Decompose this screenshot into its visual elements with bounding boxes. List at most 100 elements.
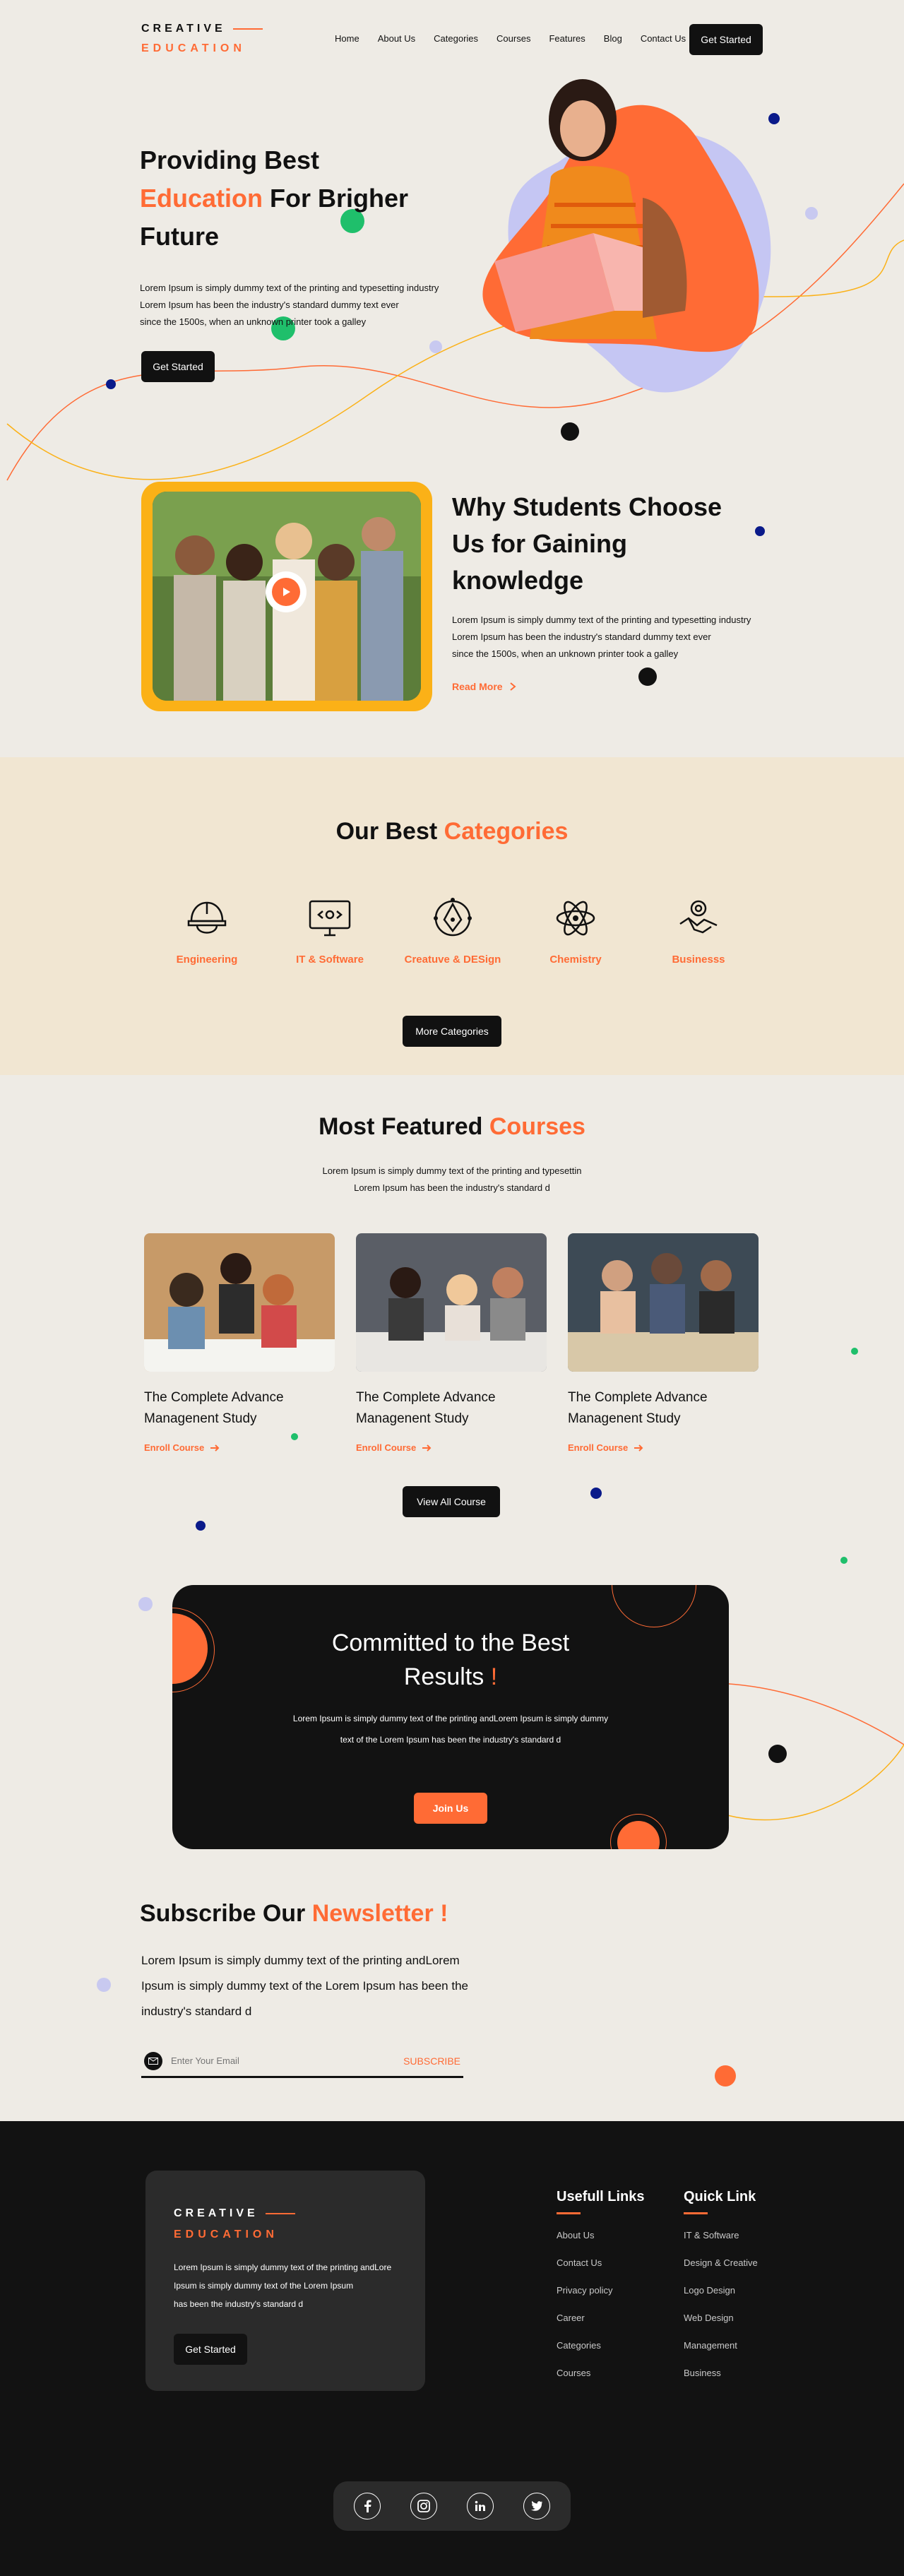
footer-text-line1: Lorem Ipsum is simply dummy text of the … <box>174 2262 392 2272</box>
course-title-line2: Managenent Study <box>356 1411 469 1426</box>
nav-home[interactable]: Home <box>335 33 359 44</box>
committed-title-line2: Results ! <box>172 1660 729 1694</box>
why-title-line1: Why Students Choose <box>452 492 722 521</box>
hero-text: Providing Best Education For Brigher Fut… <box>140 141 465 331</box>
category-list: Engineering IT & Software Creatuve & DES… <box>154 896 751 966</box>
newsletter-text-line1: Lorem Ipsum is simply dummy text of the … <box>141 1954 460 1967</box>
social-bar <box>333 2481 571 2531</box>
category-it-software[interactable]: IT & Software <box>277 896 383 966</box>
footer-link-business[interactable]: Business <box>684 2368 758 2378</box>
join-us-button[interactable]: Join Us <box>414 1793 487 1824</box>
decor-dot <box>805 207 818 220</box>
nav-get-started-button[interactable]: Get Started <box>689 24 763 55</box>
view-all-course-button[interactable]: View All Course <box>403 1486 500 1517</box>
nav-categories[interactable]: Categories <box>434 33 478 44</box>
footer-link-about-us[interactable]: About Us <box>557 2230 644 2240</box>
decor-dot <box>590 1488 602 1499</box>
footer-card: CREATIVE EDUCATION Lorem Ipsum is simply… <box>145 2171 425 2391</box>
title-underline <box>557 2212 581 2214</box>
instagram-icon[interactable] <box>410 2493 437 2519</box>
footer-link-web-design[interactable]: Web Design <box>684 2313 758 2323</box>
quick-links: Quick Link IT & Software Design & Creati… <box>684 2189 758 2395</box>
footer-logo[interactable]: CREATIVE EDUCATION <box>174 2207 295 2241</box>
email-input[interactable] <box>171 2055 404 2066</box>
why-title-line3: knowledge <box>452 566 584 595</box>
course-image <box>144 1233 335 1372</box>
course-image <box>568 1233 759 1372</box>
enroll-course-link[interactable]: Enroll Course <box>356 1442 548 1453</box>
footer-link-contact-us[interactable]: Contact Us <box>557 2257 644 2268</box>
category-engineering[interactable]: Engineering <box>154 896 260 966</box>
enroll-course-link[interactable]: Enroll Course <box>144 1442 336 1453</box>
footer-link-categories[interactable]: Categories <box>557 2340 644 2351</box>
decor-dot <box>851 1348 858 1355</box>
footer-link-it-software[interactable]: IT & Software <box>684 2230 758 2240</box>
facebook-icon[interactable] <box>354 2493 381 2519</box>
play-video-button[interactable] <box>266 571 307 612</box>
helmet-icon <box>187 901 227 934</box>
enroll-course-link[interactable]: Enroll Course <box>568 1442 760 1453</box>
category-label: Chemistry <box>549 954 602 966</box>
decor-ring <box>610 1814 667 1849</box>
categories-section: Our Best Categories Engineering IT & Sof… <box>0 757 904 1075</box>
enroll-label: Enroll Course <box>356 1442 417 1453</box>
course-photo <box>144 1233 335 1372</box>
category-business[interactable]: Businesss <box>646 896 751 966</box>
course-title-line1: The Complete Advance <box>356 1390 496 1405</box>
footer-link-logo-design[interactable]: Logo Design <box>684 2285 758 2296</box>
nav-courses[interactable]: Courses <box>496 33 530 44</box>
why-text: Why Students Choose Us for Gaining knowl… <box>452 489 763 692</box>
course-title-line2: Managenent Study <box>568 1411 681 1426</box>
category-creative-design[interactable]: Creatuve & DESign <box>400 896 506 966</box>
footer-link-privacy-policy[interactable]: Privacy policy <box>557 2285 644 2296</box>
hero-text-line1: Lorem Ipsum is simply dummy text of the … <box>140 283 439 293</box>
monitor-code-icon <box>309 900 351 937</box>
enroll-label: Enroll Course <box>568 1442 629 1453</box>
footer-link-career[interactable]: Career <box>557 2313 644 2323</box>
logo[interactable]: CREATIVE EDUCATION <box>141 23 263 55</box>
nav-blog[interactable]: Blog <box>604 33 622 44</box>
course-title-line2: Managenent Study <box>144 1411 257 1426</box>
subscribe-button[interactable]: SUBSCRIBE <box>403 2055 460 2067</box>
decor-dot <box>840 1557 848 1564</box>
read-more-link[interactable]: Read More <box>452 681 763 692</box>
nav-about-us[interactable]: About Us <box>378 33 415 44</box>
logo-top-text: CREATIVE <box>141 23 226 35</box>
arrow-right-icon <box>422 1444 432 1452</box>
why-text-line2: Lorem Ipsum has been the industry's stan… <box>452 631 711 642</box>
footer-text-line2: Ipsum is simply dummy text of the Lorem … <box>174 2281 354 2291</box>
course-card[interactable]: The Complete Advance Managenent Study Enr… <box>568 1233 760 1453</box>
course-title-line1: The Complete Advance <box>568 1390 708 1405</box>
more-categories-button[interactable]: More Categories <box>403 1016 501 1047</box>
hero-get-started-button[interactable]: Get Started <box>141 351 215 382</box>
twitter-icon[interactable] <box>523 2493 550 2519</box>
logo-line <box>232 28 263 30</box>
decor-dot <box>768 1745 787 1763</box>
category-chemistry[interactable]: Chemistry <box>523 896 629 966</box>
course-card[interactable]: The Complete Advance Managenent Study Enr… <box>144 1233 336 1453</box>
linkedin-icon[interactable] <box>467 2493 494 2519</box>
arrow-right-icon <box>634 1444 643 1452</box>
course-photo <box>568 1233 759 1372</box>
footer-get-started-button[interactable]: Get Started <box>174 2334 247 2365</box>
decor-dot <box>196 1521 206 1531</box>
category-label: Businesss <box>672 954 725 966</box>
course-card[interactable]: The Complete Advance Managenent Study Enr… <box>356 1233 548 1453</box>
logo-bottom-text: EDUCATION <box>141 42 246 54</box>
courses-title: Most Featured Courses <box>0 1113 904 1141</box>
course-list: The Complete Advance Managenent Study Enr… <box>144 1233 760 1453</box>
courses-sub-line1: Lorem Ipsum is simply dummy text of the … <box>322 1165 582 1176</box>
footer-link-courses[interactable]: Courses <box>557 2368 644 2378</box>
handshake-gear-icon <box>679 900 718 934</box>
committed-text-line2: text of the Lorem Ipsum has been the ind… <box>340 1735 561 1745</box>
mail-icon <box>144 2051 162 2070</box>
nav-features[interactable]: Features <box>549 33 585 44</box>
newsletter-text-line2: Ipsum is simply dummy text of the Lorem … <box>141 1979 468 1993</box>
atom-icon <box>556 901 595 936</box>
hero-title-line3: Future <box>140 222 219 251</box>
nav-contact-us[interactable]: Contact Us <box>641 33 686 44</box>
committed-title-line1: Committed to the Best <box>331 1630 570 1656</box>
footer-link-management[interactable]: Management <box>684 2340 758 2351</box>
footer-link-design-creative[interactable]: Design & Creative <box>684 2257 758 2268</box>
main-nav: Home About Us Categories Courses Feature… <box>335 33 686 44</box>
